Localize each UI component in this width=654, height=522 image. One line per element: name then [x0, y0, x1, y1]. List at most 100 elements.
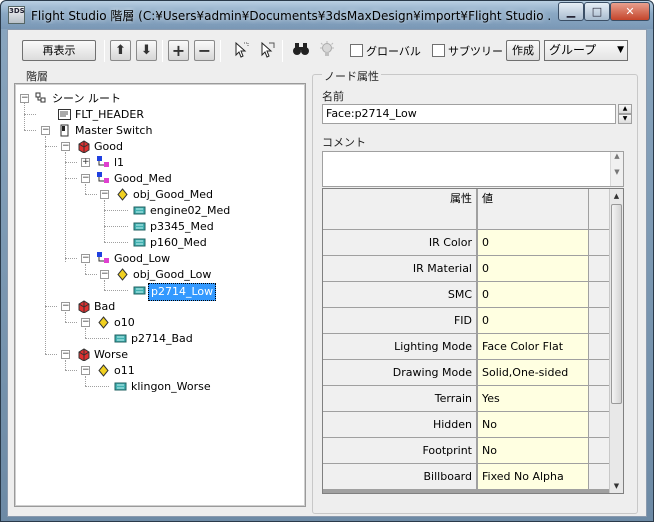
- attribute-value[interactable]: No: [478, 412, 588, 437]
- collapse-toggle[interactable]: −: [81, 254, 90, 263]
- comment-field[interactable]: ▲ ▼: [322, 151, 624, 187]
- table-row[interactable]: Hidden No: [323, 412, 609, 438]
- attribute-value[interactable]: Yes: [478, 386, 588, 411]
- scroll-up-icon[interactable]: ▲: [610, 189, 623, 203]
- name-field[interactable]: Face:p2714_Low: [322, 104, 616, 124]
- hierarchy-tree[interactable]: − シーン ルート FLT_HEADER − Master Switch − G…: [14, 83, 306, 507]
- attribute-name: IR Material: [323, 256, 477, 281]
- table-row[interactable]: Drawing Mode Solid,One-sided: [323, 360, 609, 386]
- global-checkbox-box[interactable]: [350, 44, 363, 57]
- tree-node-label[interactable]: l1: [112, 155, 126, 171]
- tree-node-label[interactable]: Good: [92, 139, 125, 155]
- tree-node-label[interactable]: obj_Good_Med: [131, 187, 215, 203]
- node-attributes-label: ノード属性: [322, 68, 381, 84]
- tree-node-label[interactable]: obj_Good_Low: [131, 267, 213, 283]
- collapse-toggle[interactable]: −: [61, 142, 70, 151]
- lod-icon: [76, 140, 90, 154]
- attribute-value[interactable]: 0: [478, 308, 588, 333]
- group-select[interactable]: グループ ▼: [544, 40, 628, 61]
- app-icon[interactable]: 3DS: [8, 6, 25, 24]
- scroll-down-icon[interactable]: ▼: [610, 479, 623, 493]
- attribute-value[interactable]: Face Color Flat: [478, 334, 588, 359]
- attribute-value[interactable]: 0: [478, 282, 588, 307]
- collapse-toggle[interactable]: −: [81, 318, 90, 327]
- attribute-value[interactable]: 0: [478, 230, 588, 255]
- comment-scrollbar[interactable]: ▲ ▼: [610, 152, 623, 186]
- spin-up-icon[interactable]: ▲: [618, 104, 632, 114]
- table-row[interactable]: Billboard Fixed No Alpha: [323, 464, 609, 490]
- table-row[interactable]: Terrain Yes: [323, 386, 609, 412]
- tree-node-label[interactable]: p2714_Bad: [129, 331, 195, 347]
- collapse-toggle[interactable]: −: [100, 270, 109, 279]
- expand-toggle[interactable]: +: [81, 158, 90, 167]
- attribute-value[interactable]: 0: [478, 256, 588, 281]
- toolbar-separator: [104, 40, 105, 62]
- hierarchy-label: 階層: [26, 70, 48, 83]
- maximize-button[interactable]: □: [584, 2, 610, 21]
- attribute-grid[interactable]: 属性 値 IR Color 0 IR Material 0 SMC 0 FID …: [322, 188, 624, 494]
- object-icon: [96, 316, 110, 329]
- tree-node-label[interactable]: klingon_Worse: [129, 379, 213, 395]
- tree-node-label[interactable]: Good_Med: [112, 171, 174, 187]
- collapse-toggle[interactable]: −: [100, 190, 109, 199]
- tree-node-label-selected[interactable]: p2714_Low: [148, 283, 217, 301]
- tree-node-label[interactable]: engine02_Med: [148, 203, 232, 219]
- create-button[interactable]: 作成: [506, 40, 540, 61]
- face-icon: [113, 380, 127, 393]
- attribute-name: Lighting Mode: [323, 334, 477, 359]
- arrow-up-icon[interactable]: ⬆: [110, 40, 131, 61]
- table-row[interactable]: Lighting Mode Face Color Flat: [323, 334, 609, 360]
- collapse-toggle[interactable]: −: [81, 366, 90, 375]
- subtree-checkbox-box[interactable]: [432, 44, 445, 57]
- close-button[interactable]: ✕: [610, 2, 650, 21]
- attribute-name: Terrain: [323, 386, 477, 411]
- tree-node-label[interactable]: o11: [112, 363, 137, 379]
- attribute-value[interactable]: Fixed No Alpha: [478, 464, 588, 489]
- collapse-toggle[interactable]: −: [81, 174, 90, 183]
- table-row[interactable]: IR Material 0: [323, 256, 609, 282]
- plus-icon[interactable]: +: [168, 40, 189, 61]
- subtree-checkbox[interactable]: サブツリー: [432, 43, 503, 59]
- tree-node-label[interactable]: FLT_HEADER: [73, 107, 146, 123]
- tree-node-label[interactable]: p3345_Med: [148, 219, 216, 235]
- collapse-toggle[interactable]: −: [61, 350, 70, 359]
- tree-node-label[interactable]: o10: [112, 315, 137, 331]
- attribute-value[interactable]: Solid,One-sided: [478, 360, 588, 385]
- tree-node-label[interactable]: シーン ルート: [50, 91, 123, 107]
- face-icon: [113, 332, 127, 345]
- arrow-down-icon[interactable]: ⬇: [136, 40, 157, 61]
- collapse-toggle[interactable]: −: [61, 302, 70, 311]
- object-icon: [115, 268, 129, 281]
- toolbar: 再表示 ⬆ ⬇ + − グローバル サブツリー 作成 グループ ▼: [8, 30, 648, 64]
- spin-down-icon[interactable]: ▼: [618, 114, 632, 124]
- scrollbar-thumb[interactable]: [611, 204, 622, 404]
- table-row[interactable]: FID 0: [323, 308, 609, 334]
- minimize-button[interactable]: ▁: [558, 2, 584, 21]
- binoculars-icon[interactable]: [290, 40, 311, 61]
- tree-node-label[interactable]: Bad: [92, 299, 117, 315]
- collapse-toggle[interactable]: −: [41, 126, 50, 135]
- attribute-name: Drawing Mode: [323, 360, 477, 385]
- tree-node-label[interactable]: Good_Low: [112, 251, 172, 267]
- grid-header: 属性 値: [323, 189, 609, 229]
- refresh-button[interactable]: 再表示: [22, 40, 96, 61]
- toolbar-separator: [162, 40, 163, 62]
- collapse-toggle[interactable]: −: [20, 94, 29, 103]
- attribute-name: FID: [323, 308, 477, 333]
- dialog-client-area: 再表示 ⬆ ⬇ + − グローバル サブツリー 作成 グループ ▼ 階層 − シ…: [7, 29, 647, 517]
- tree-node-label[interactable]: Master Switch: [73, 123, 154, 139]
- title-bar[interactable]: 3DS Flight Studio 階層 (C:¥Users¥admin¥Doc…: [1, 1, 653, 29]
- lightbulb-icon[interactable]: [316, 40, 337, 61]
- table-row[interactable]: SMC 0: [323, 282, 609, 308]
- attribute-value[interactable]: No: [478, 438, 588, 463]
- grid-scrollbar[interactable]: ▲ ▼: [609, 189, 623, 493]
- select-cursor-icon[interactable]: [230, 40, 251, 61]
- tree-node-label[interactable]: Worse: [92, 347, 130, 363]
- minus-icon[interactable]: −: [194, 40, 215, 61]
- table-row[interactable]: IR Color 0: [323, 230, 609, 256]
- select-cursor-alt-icon[interactable]: [256, 40, 277, 61]
- header-icon: [57, 108, 71, 121]
- global-checkbox[interactable]: グローバル: [350, 43, 421, 59]
- tree-node-label[interactable]: p160_Med: [148, 235, 209, 251]
- table-row[interactable]: Footprint No: [323, 438, 609, 464]
